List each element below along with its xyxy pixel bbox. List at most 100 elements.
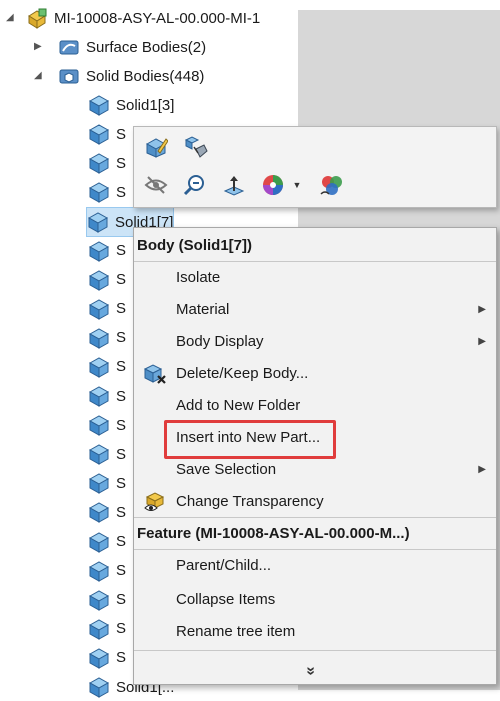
menu-item-add-to-new-folder[interactable]: Add to New Folder [134, 390, 496, 420]
tree-item-body[interactable]: S [88, 469, 126, 497]
appearance-button[interactable] [260, 171, 288, 199]
tree-item-label: S [116, 300, 127, 318]
hide-body-button[interactable] [142, 171, 170, 199]
tree-item-label: S [116, 271, 127, 289]
tree-item-body[interactable]: S [88, 295, 126, 323]
menu-item-body-display[interactable]: Body Display ▶ [134, 326, 496, 356]
solid-body-icon [87, 212, 109, 234]
solid-body-icon [88, 270, 110, 291]
edit-part-button[interactable] [142, 133, 170, 161]
menu-item-label: Body Display [176, 332, 264, 350]
solid-body-icon [88, 415, 110, 436]
collapse-arrow-icon[interactable]: ◢ [34, 70, 42, 81]
tree-item-label: S [116, 125, 127, 143]
tree-item-body[interactable]: Solid1[3] [88, 91, 174, 119]
solid-body-icon [88, 502, 110, 524]
tree-item-label: S [116, 503, 127, 521]
body-section-header: Body (Solid1[7]) [137, 236, 252, 254]
expand-arrow-icon[interactable]: ◢ [6, 12, 14, 23]
tree-item-body[interactable]: S [88, 586, 126, 614]
color-palette-button[interactable] [318, 171, 346, 199]
tree-root-row[interactable]: ◢ MI-10008-ASY-AL-00.000-MI-1 [6, 4, 260, 32]
tree-item-solid-bodies[interactable]: ◢ Solid Bodies(448) [34, 62, 204, 90]
solid-body-icon [88, 619, 110, 640]
menu-item-change-transparency[interactable]: Change Transparency [134, 486, 496, 516]
tree-item-body[interactable]: S [88, 644, 126, 672]
menu-item-rename-tree-item[interactable]: Rename tree item [134, 616, 496, 646]
appearance-dropdown[interactable]: ▼ [290, 171, 304, 199]
tree-item-label: S [116, 358, 127, 376]
transparency-icon [144, 492, 165, 511]
submenu-arrow-icon: ▶ [478, 303, 486, 315]
zoom-to-selection-button[interactable] [180, 171, 208, 199]
solid-body-icon [88, 444, 110, 466]
tree-item-surface-bodies[interactable]: ▶ Surface Bodies(2) [34, 33, 206, 61]
tree-item-body[interactable]: S [88, 615, 126, 643]
dropdown-arrow-icon: ▼ [292, 180, 302, 190]
highlight-annotation [164, 420, 336, 459]
menu-item-collapse-items[interactable]: Collapse Items [134, 584, 496, 614]
submenu-arrow-icon: ▶ [478, 335, 486, 347]
solid-body-icon [88, 531, 110, 553]
solid-body-icon [88, 357, 110, 378]
solid-body-icon [88, 240, 110, 262]
tree-item-body[interactable]: S [88, 149, 126, 177]
menu-item-parent-child[interactable]: Parent/Child... [134, 550, 496, 580]
menu-item-delete-keep-body[interactable]: Delete/Keep Body... [134, 358, 496, 388]
solid-body-icon [88, 95, 110, 116]
tree-item-label: S [116, 242, 127, 259]
tree-item-body[interactable]: S [88, 382, 126, 410]
menu-item-label: Collapse Items [176, 590, 276, 608]
tree-item-label: S [116, 329, 127, 347]
surface-bodies-folder-icon [59, 40, 79, 55]
solid-bodies-folder-icon [59, 69, 79, 84]
menu-item-label: Rename tree item [176, 622, 296, 640]
tree-item-body[interactable]: S [88, 120, 126, 148]
tree-item-body[interactable]: S [88, 440, 126, 468]
tree-item-body[interactable]: S [88, 498, 126, 526]
solid-body-icon [88, 153, 110, 175]
feature-section-header: Feature (MI-10008-ASY-AL-00.000-M...) [137, 524, 410, 542]
solid-body-icon [88, 473, 110, 495]
appearance-icon [263, 175, 283, 195]
tree-item-label: S [116, 445, 127, 463]
tree-root-label: MI-10008-ASY-AL-00.000-MI-1 [54, 9, 261, 27]
expand-menu-chevron-icon[interactable]: » [301, 667, 319, 676]
tree-item-body[interactable]: S [88, 266, 126, 294]
tree-item-body[interactable]: S [88, 237, 126, 265]
menu-divider [134, 650, 496, 651]
menu-item-label: Save Selection [176, 460, 277, 478]
tree-item-body[interactable]: S [88, 528, 126, 556]
menu-item-label: Parent/Child... [176, 556, 272, 574]
tree-item-label: S [116, 387, 127, 405]
tree-item-body[interactable]: S [88, 324, 126, 352]
solid-body-icon [88, 299, 110, 320]
menu-item-label: Change Transparency [176, 492, 324, 510]
menu-item-label: Delete/Keep Body... [176, 364, 309, 382]
assembly-icon [28, 8, 47, 29]
tree-item-body[interactable]: S [88, 557, 126, 585]
tree-item-body[interactable]: S [88, 411, 126, 439]
expand-arrow-icon[interactable]: ▶ [34, 41, 42, 52]
menu-item-material[interactable]: Material ▶ [134, 294, 496, 324]
hide-icon [144, 176, 168, 194]
tree-item-label: S [116, 183, 127, 201]
tree-item-label: S [116, 591, 127, 609]
tree-item-body[interactable]: S [88, 178, 126, 206]
color-palette-icon [320, 176, 342, 195]
surface-bodies-label: Surface Bodies(2) [86, 38, 207, 56]
solid-body-icon [88, 648, 110, 669]
normal-to-button[interactable] [220, 171, 248, 199]
tree-item-body[interactable]: S [88, 353, 126, 381]
tree-item-label: S [116, 533, 127, 550]
tree-item-label: S [116, 416, 127, 434]
solid-body-icon [88, 561, 110, 582]
tree-item-label: S [116, 649, 127, 667]
menu-item-label: Material [176, 300, 230, 318]
move-copy-button[interactable] [182, 133, 210, 161]
menu-item-isolate[interactable]: Isolate [134, 262, 496, 292]
menu-item-label: Isolate [176, 268, 221, 286]
context-toolbar: ▼ [133, 126, 497, 208]
normal-to-icon [223, 176, 245, 196]
solid-body-icon [88, 328, 110, 349]
